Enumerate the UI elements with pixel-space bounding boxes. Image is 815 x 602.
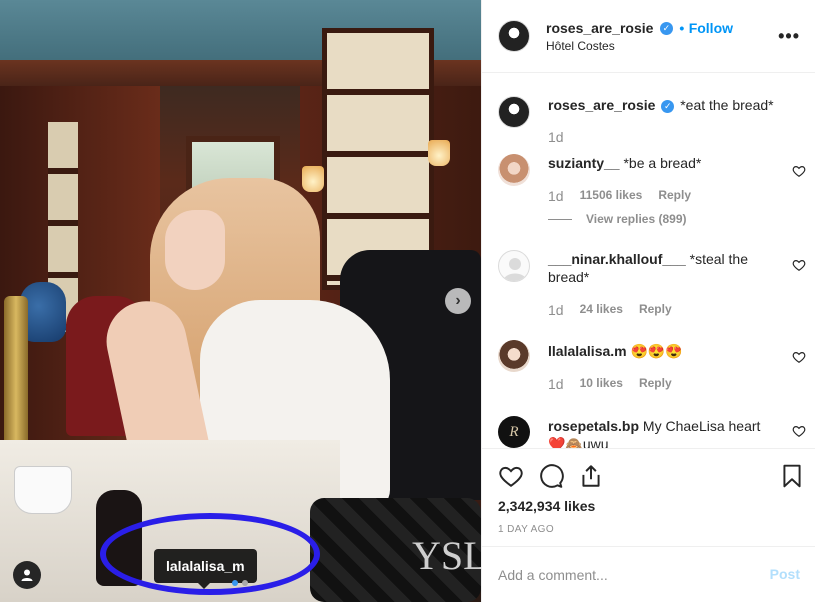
carousel-dot (242, 580, 248, 586)
caption-avatar[interactable] (498, 96, 530, 128)
author-username[interactable]: roses_are_rosie (546, 20, 653, 36)
person-icon (21, 569, 33, 581)
user-tag-label[interactable]: lalalalisa_m (154, 549, 257, 589)
caption-time[interactable]: 1d (548, 129, 564, 145)
photo-lamp (428, 140, 450, 166)
comment-like-heart-icon[interactable] (792, 350, 806, 364)
comment-time[interactable]: 1d (548, 302, 564, 318)
author-avatar[interactable] (498, 20, 530, 52)
more-options-icon[interactable]: ••• (778, 26, 800, 47)
comment-text-cont: bread* (548, 269, 590, 285)
verified-badge-icon: ✓ (661, 99, 675, 113)
carousel-indicator (232, 580, 248, 586)
comment-text: My ChaeLisa heart (642, 418, 761, 434)
comment-avatar[interactable] (498, 250, 530, 282)
comment-username[interactable]: suzianty__ (548, 155, 620, 171)
share-icon[interactable] (578, 463, 604, 489)
photo-person-face (165, 210, 225, 290)
photo-candlestick (4, 296, 28, 456)
comment-likes[interactable]: 24 likes (580, 302, 623, 318)
comment-time[interactable]: 1d (548, 376, 564, 392)
like-heart-icon[interactable] (498, 463, 524, 489)
reply-button[interactable]: Reply (639, 302, 672, 318)
comment-likes[interactable]: 10 likes (580, 376, 623, 392)
comment-text: 😍😍😍 (630, 343, 683, 359)
comments-list[interactable]: roses_are_rosie ✓ *eat the bread* 1d suz… (482, 74, 815, 448)
view-replies-button[interactable]: View replies (899) (586, 212, 687, 226)
default-avatar-icon (503, 258, 527, 281)
comment-like-heart-icon[interactable] (792, 164, 806, 178)
comment-avatar[interactable] (498, 154, 530, 186)
add-comment-input[interactable] (498, 565, 738, 585)
comment-username[interactable]: llalalalisa.m (548, 343, 627, 359)
add-comment-bar: Post (482, 546, 815, 602)
comment-time[interactable]: 1d (548, 188, 564, 204)
post-side-panel: roses_are_rosie ✓ • Follow Hôtel Costes … (481, 0, 815, 602)
reply-button[interactable]: Reply (658, 188, 691, 204)
replies-divider (548, 218, 572, 220)
post-date[interactable]: 1 DAY AGO (498, 524, 554, 535)
comment-text: *steal the (689, 251, 748, 267)
post-photo[interactable]: YSL › lalalalisa_m (0, 0, 481, 602)
save-bookmark-icon[interactable] (779, 463, 805, 489)
comment-likes[interactable]: 11506 likes (580, 188, 643, 204)
comment-avatar[interactable]: R (498, 416, 530, 448)
follow-separator: • (679, 20, 685, 36)
caption-text: *eat the bread* (680, 97, 774, 113)
comment-text-cont: ❤️🙈uwu (548, 436, 609, 448)
post-header: roses_are_rosie ✓ • Follow Hôtel Costes … (482, 0, 815, 73)
post-comment-button[interactable]: Post (770, 566, 800, 582)
comment-avatar[interactable] (498, 340, 530, 372)
tagged-users-button[interactable] (13, 561, 41, 589)
comment-text: *be a bread* (623, 155, 702, 171)
post-actions: 2,342,934 likes 1 DAY AGO (482, 448, 815, 546)
follow-button[interactable]: Follow (689, 20, 733, 36)
comment-bubble-icon[interactable] (538, 463, 564, 489)
photo-bag-logo: YSL (412, 533, 481, 578)
chevron-right-icon: › (455, 292, 461, 309)
reply-button[interactable]: Reply (639, 376, 672, 392)
photo-cup (14, 466, 72, 514)
carousel-dot-active (232, 580, 238, 586)
verified-badge-icon: ✓ (659, 22, 673, 36)
comment-username[interactable]: rosepetals.bp (548, 418, 639, 434)
avatar-letter: R (509, 423, 519, 440)
location-link[interactable]: Hôtel Costes (546, 39, 615, 53)
caption-username[interactable]: roses_are_rosie (548, 97, 655, 113)
next-image-button[interactable]: › (445, 288, 471, 314)
likes-count[interactable]: 2,342,934 likes (498, 498, 595, 514)
comment-username[interactable]: ___ninar.khallouf___ (548, 251, 686, 267)
comment-like-heart-icon[interactable] (792, 424, 806, 438)
comment-like-heart-icon[interactable] (792, 258, 806, 272)
photo-lamp (302, 166, 324, 192)
